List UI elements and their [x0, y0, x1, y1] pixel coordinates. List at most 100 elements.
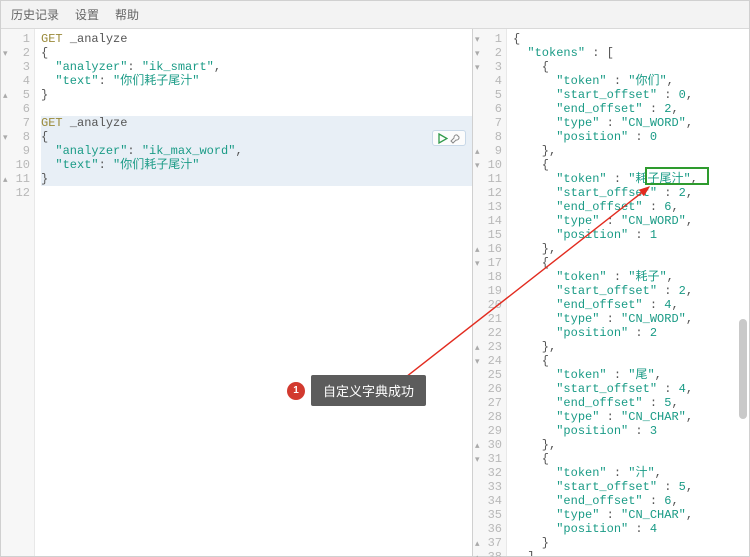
fold-icon[interactable]: ▴ — [475, 341, 480, 355]
fold-icon[interactable]: ▴ — [475, 551, 480, 557]
line-number: 1 — [1, 32, 30, 46]
response-viewer[interactable]: { "tokens" : [ { "token" : "你们", "start_… — [507, 29, 749, 556]
line-number: 21 — [473, 312, 502, 326]
fold-icon[interactable]: ▴ — [475, 243, 480, 257]
line-number: 9▴ — [473, 144, 502, 158]
code-line: "position" : 2 — [513, 326, 749, 340]
fold-icon[interactable]: ▴ — [475, 537, 480, 551]
code-line: "start_offset" : 5, — [513, 480, 749, 494]
menu-history[interactable]: 历史记录 — [11, 6, 59, 23]
menu-settings[interactable]: 设置 — [75, 6, 99, 23]
code-line: "token" : "你们", — [513, 74, 749, 88]
code-line: { — [41, 130, 472, 144]
line-number: 35 — [473, 508, 502, 522]
fold-icon[interactable]: ▴ — [3, 173, 8, 187]
line-number: 5▴ — [1, 88, 30, 102]
code-line: { — [41, 46, 472, 60]
wrench-icon[interactable] — [450, 133, 461, 144]
fold-icon[interactable]: ▾ — [475, 355, 480, 369]
line-number: 24▾ — [473, 354, 502, 368]
fold-icon[interactable]: ▾ — [475, 159, 480, 173]
line-number: 20 — [473, 298, 502, 312]
line-number: 33 — [473, 480, 502, 494]
line-number: 8▾ — [1, 130, 30, 144]
line-number: 18 — [473, 270, 502, 284]
line-number: 30▴ — [473, 438, 502, 452]
line-number: 7 — [473, 116, 502, 130]
code-line: ] — [513, 550, 749, 556]
code-line: { — [513, 256, 749, 270]
code-line: "start_offset" : 2, — [513, 284, 749, 298]
fold-icon[interactable]: ▾ — [475, 33, 480, 47]
line-number: 4 — [473, 74, 502, 88]
annotation-bubble: 自定义字典成功 — [311, 375, 426, 406]
response-scrollbar[interactable] — [739, 319, 747, 419]
line-number: 13 — [473, 200, 502, 214]
line-number: 36 — [473, 522, 502, 536]
line-number: 29 — [473, 424, 502, 438]
code-line: "type" : "CN_CHAR", — [513, 508, 749, 522]
code-line: "tokens" : [ — [513, 46, 749, 60]
code-line: "start_offset" : 4, — [513, 382, 749, 396]
menu-help[interactable]: 帮助 — [115, 6, 139, 23]
fold-icon[interactable]: ▾ — [475, 61, 480, 75]
line-number: 6 — [1, 102, 30, 116]
fold-icon[interactable]: ▴ — [3, 89, 8, 103]
code-line: "analyzer": "ik_max_word", — [41, 144, 472, 158]
line-number: 32 — [473, 466, 502, 480]
response-editor-pane: 1▾2▾3▾456789▴10▾111213141516▴17▾18192021… — [473, 29, 749, 556]
code-line: }, — [513, 144, 749, 158]
code-line: "type" : "CN_WORD", — [513, 312, 749, 326]
code-line: }, — [513, 438, 749, 452]
line-number: 28 — [473, 410, 502, 424]
line-number: 38▴ — [473, 550, 502, 557]
line-number: 31▾ — [473, 452, 502, 466]
code-line: "start_offset" : 0, — [513, 88, 749, 102]
fold-icon[interactable]: ▴ — [475, 439, 480, 453]
code-line: "end_offset" : 6, — [513, 200, 749, 214]
run-query-icon[interactable] — [437, 133, 448, 144]
menubar: 历史记录 设置 帮助 — [1, 1, 749, 29]
request-editor[interactable]: GET _analyze{ "analyzer": "ik_smart", "t… — [35, 29, 472, 556]
fold-icon[interactable]: ▾ — [3, 47, 8, 61]
request-editor-pane: 12▾345▴678▾91011▴12 GET _analyze{ "analy… — [1, 29, 473, 556]
line-number: 9 — [1, 144, 30, 158]
code-line: "position" : 1 — [513, 228, 749, 242]
fold-icon[interactable]: ▾ — [3, 131, 8, 145]
line-number: 34 — [473, 494, 502, 508]
line-number: 1▾ — [473, 32, 502, 46]
code-line: "text": "你们耗子尾汁" — [41, 158, 472, 172]
line-number: 19 — [473, 284, 502, 298]
code-line: { — [513, 452, 749, 466]
line-number: 25 — [473, 368, 502, 382]
fold-icon[interactable]: ▾ — [475, 257, 480, 271]
code-line — [41, 102, 472, 116]
code-line: { — [513, 32, 749, 46]
line-number: 37▴ — [473, 536, 502, 550]
fold-icon[interactable]: ▾ — [475, 453, 480, 467]
code-line: "end_offset" : 6, — [513, 494, 749, 508]
line-number: 26 — [473, 382, 502, 396]
code-line: "position" : 4 — [513, 522, 749, 536]
line-number: 6 — [473, 102, 502, 116]
fold-icon[interactable]: ▴ — [475, 145, 480, 159]
annotation-badge: 1 — [287, 382, 305, 400]
code-line: GET _analyze — [41, 32, 472, 46]
code-line: "end_offset" : 2, — [513, 102, 749, 116]
line-number: 17▾ — [473, 256, 502, 270]
line-number: 2▾ — [1, 46, 30, 60]
code-line: "token" : "汁", — [513, 466, 749, 480]
line-number: 12 — [473, 186, 502, 200]
line-number: 3▾ — [473, 60, 502, 74]
code-line: "start_offset" : 2, — [513, 186, 749, 200]
code-line: }, — [513, 340, 749, 354]
code-line: } — [513, 536, 749, 550]
line-number: 11 — [473, 172, 502, 186]
line-number: 16▴ — [473, 242, 502, 256]
response-gutter: 1▾2▾3▾456789▴10▾111213141516▴17▾18192021… — [473, 29, 507, 556]
line-number: 2▾ — [473, 46, 502, 60]
code-line — [41, 186, 472, 200]
request-gutter: 12▾345▴678▾91011▴12 — [1, 29, 35, 556]
fold-icon[interactable]: ▾ — [475, 47, 480, 61]
line-number: 7 — [1, 116, 30, 130]
